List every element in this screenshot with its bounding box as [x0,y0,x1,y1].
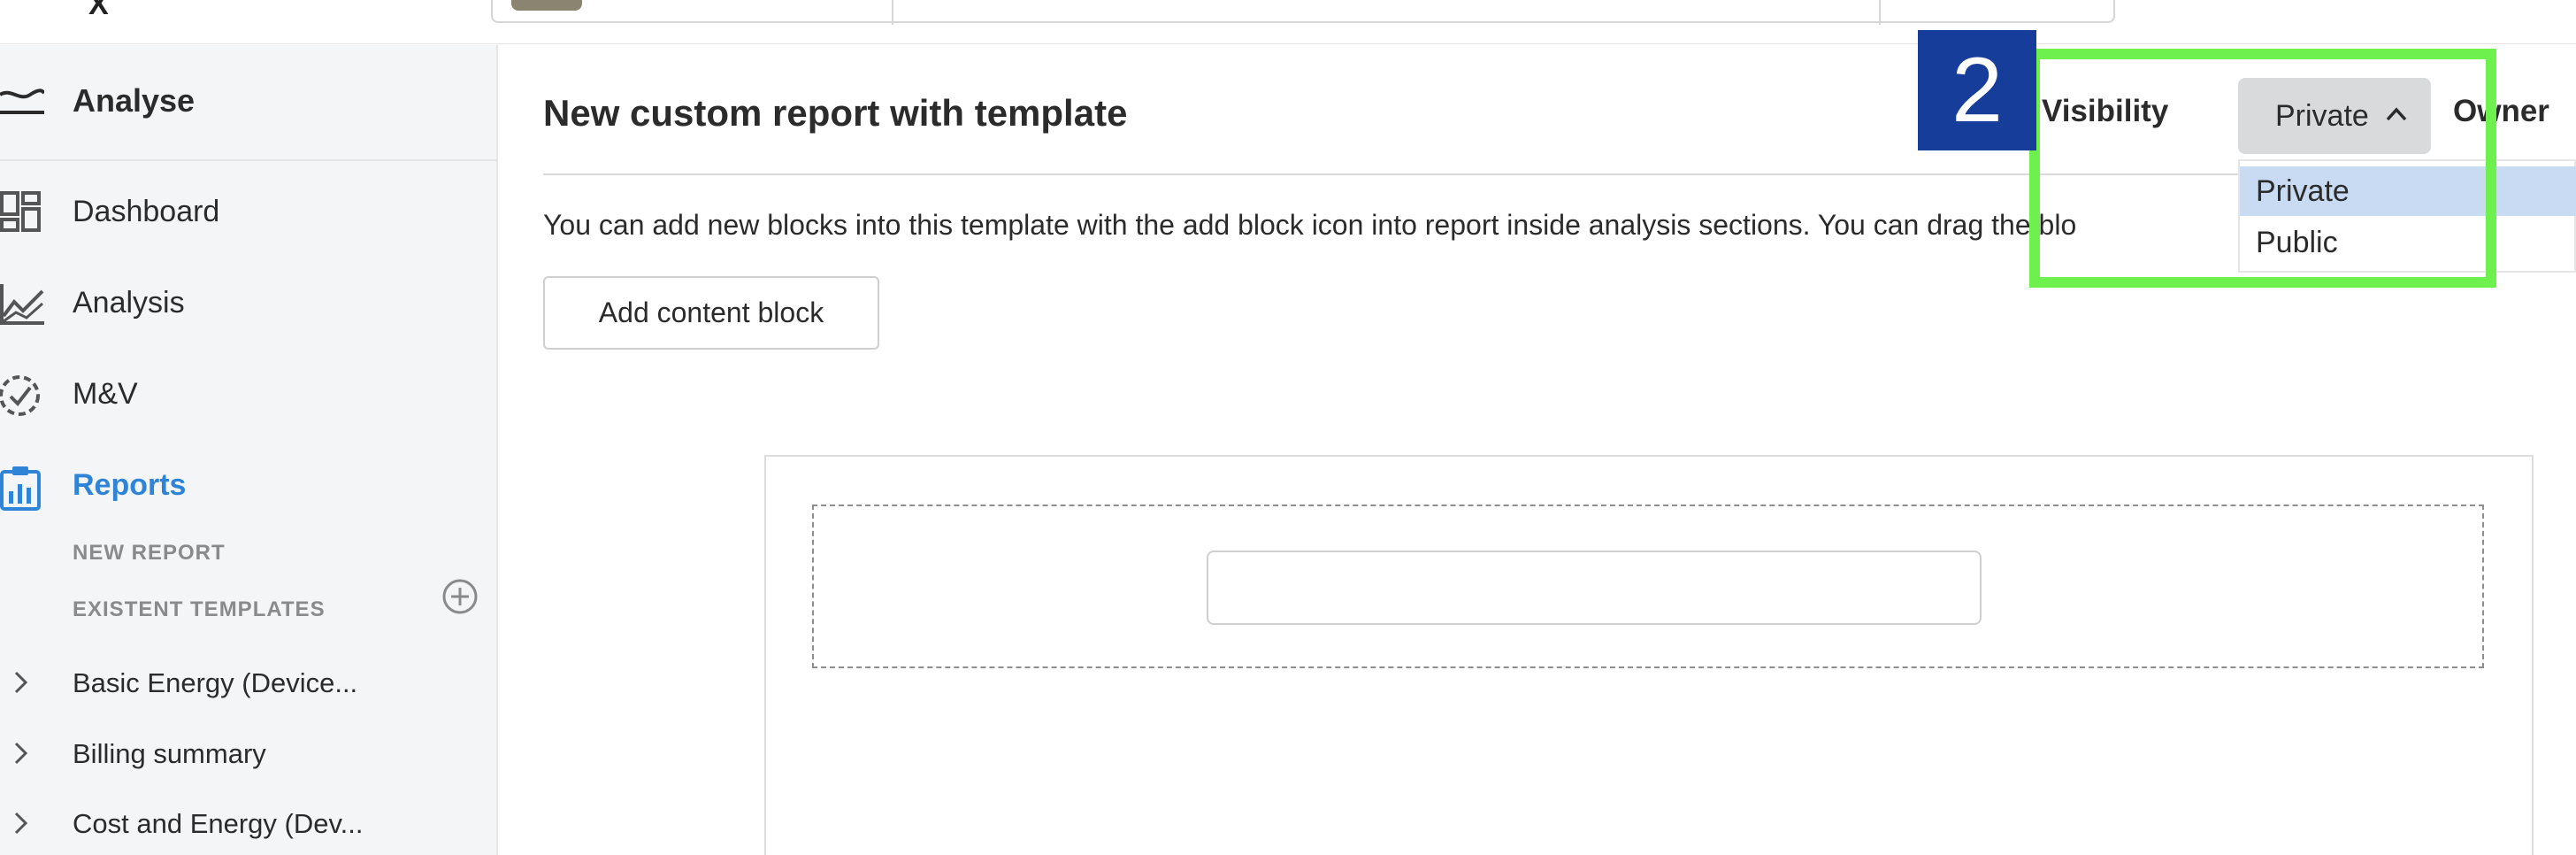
template-item[interactable]: Basic Energy (Device... [0,657,498,710]
chevron-right-icon [14,671,28,694]
sidebar: Analyse Dashboard Analysis M&V Reports N… [0,45,498,855]
block-title-input[interactable] [1207,551,1982,625]
template-item[interactable]: Billing summary [0,728,498,781]
template-label: Billing summary [73,738,266,769]
wave-icon [0,89,44,114]
template-label: Basic Energy (Device... [73,667,358,698]
existent-templates-heading: EXISTENT TEMPLATES [73,597,326,621]
top-image-thumbnail [511,0,582,11]
sidebar-item-reports[interactable]: Reports [0,449,498,520]
top-search-bar[interactable] [491,0,2115,23]
sidebar-item-label: M&V [73,377,138,411]
template-item[interactable]: Cost and Energy (Dev... [0,797,498,851]
add-report-icon[interactable] [441,578,479,615]
app-logo: X [88,0,109,21]
chevron-right-icon [14,742,28,765]
sidebar-item-dashboard[interactable]: Dashboard [0,175,498,246]
template-description: You can add new blocks into this templat… [543,209,2077,241]
top-bar-divider [892,0,893,25]
annotation-step-badge: 2 [1918,30,2036,150]
clipboard-icon [0,466,41,511]
sidebar-header: Analyse [0,45,498,161]
top-bar-divider [1879,0,1881,25]
chevron-right-icon [14,812,28,835]
annotation-highlight-box [2029,49,2496,288]
sidebar-item-analysis[interactable]: Analysis [0,266,498,337]
new-report-link[interactable]: NEW REPORT [73,541,226,566]
sidebar-item-label: Dashboard [73,195,220,228]
template-label: Cost and Energy (Dev... [73,808,364,839]
check-circle-icon [0,375,40,416]
sidebar-item-label: Analysis [73,286,185,320]
dashboard-icon [0,191,41,232]
sidebar-item-label: Reports [73,468,187,502]
sidebar-item-mv[interactable]: M&V [0,358,498,428]
page-title: New custom report with template [543,92,1128,134]
add-content-block-button[interactable]: Add content block [543,276,879,350]
line-chart-icon [0,284,44,325]
top-bar: X [0,0,2576,44]
sidebar-section-title: Analyse [73,82,196,119]
